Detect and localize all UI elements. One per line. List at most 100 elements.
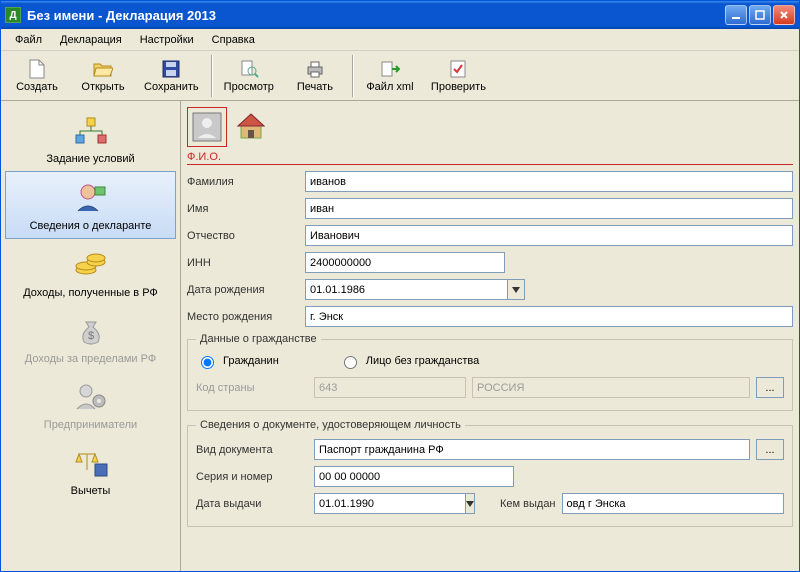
sidebar-item-label: Предприниматели (44, 419, 137, 431)
birthdate-input[interactable] (305, 279, 507, 300)
save-label: Сохранить (144, 81, 199, 93)
print-label: Печать (297, 81, 333, 93)
radio-citizen[interactable]: Гражданин (196, 353, 279, 369)
floppy-disk-icon (161, 59, 181, 79)
subtab-person[interactable] (187, 107, 227, 147)
label-series-number: Серия и номер (196, 471, 308, 483)
radio-stateless[interactable]: Лицо без гражданства (339, 353, 479, 369)
citizenship-legend: Данные о гражданстве (196, 333, 321, 345)
new-file-icon (27, 59, 47, 79)
doc-type-input[interactable] (314, 439, 750, 460)
citizenship-group: Данные о гражданстве Гражданин Лицо без … (187, 333, 793, 411)
save-button[interactable]: Сохранить (137, 54, 206, 98)
titlebar: Д Без имени - Декларация 2013 (1, 1, 799, 29)
sidebar-item-label: Вычеты (71, 485, 111, 497)
radio-citizen-label: Гражданин (223, 355, 279, 367)
open-button[interactable]: Открыть (71, 54, 135, 98)
iddoc-legend: Сведения о документе, удостоверяющем лич… (196, 419, 465, 431)
check-button[interactable]: Проверить (424, 54, 493, 98)
issue-date-input[interactable] (314, 493, 465, 514)
series-number-input[interactable] (314, 466, 514, 487)
coins-icon (73, 247, 109, 283)
surname-input[interactable] (305, 171, 793, 192)
open-label: Открыть (81, 81, 124, 93)
magnifier-page-icon (239, 59, 259, 79)
check-label: Проверить (431, 81, 486, 93)
open-folder-icon (93, 59, 113, 79)
sidebar-item-declarant[interactable]: Сведения о декларанте (5, 171, 176, 239)
toolbar-separator (352, 55, 353, 97)
iddoc-group: Сведения о документе, удостоверяющем лич… (187, 419, 793, 527)
printer-icon (305, 59, 325, 79)
browse-country-button[interactable]: ... (756, 377, 784, 398)
browse-doc-type-button[interactable]: ... (756, 439, 784, 460)
label-issue-date: Дата выдачи (196, 498, 308, 510)
radio-stateless-label: Лицо без гражданства (366, 355, 479, 367)
birthdate-picker[interactable] (305, 279, 525, 300)
country-name-input (472, 377, 750, 398)
label-inn: ИНН (187, 257, 299, 269)
label-issued-by: Кем выдан (500, 498, 556, 510)
section-fio-header: Ф.И.О. (187, 151, 793, 165)
money-bag-icon: $ (73, 313, 109, 349)
menu-file[interactable]: Файл (7, 32, 50, 48)
chevron-down-icon[interactable] (507, 279, 525, 300)
menu-declaration[interactable]: Декларация (52, 32, 130, 48)
flowchart-icon (73, 113, 109, 149)
filexml-button[interactable]: Файл xml (358, 54, 422, 98)
preview-button[interactable]: Просмотр (217, 54, 281, 98)
patronymic-input[interactable] (305, 225, 793, 246)
label-birthdate: Дата рождения (187, 284, 299, 296)
issue-date-picker[interactable] (314, 493, 474, 514)
sidebar-item-label: Доходы, полученные в РФ (23, 287, 158, 299)
ellipsis-icon: ... (765, 444, 774, 456)
chevron-down-icon[interactable] (465, 493, 475, 514)
label-birthplace: Место рождения (187, 311, 299, 323)
person-card-icon (73, 180, 109, 216)
label-doc-type: Вид документа (196, 444, 308, 456)
toolbar-separator (211, 55, 212, 97)
sidebar-item-entrepreneurs[interactable]: Предприниматели (5, 371, 176, 437)
label-surname: Фамилия (187, 176, 299, 188)
birthplace-input[interactable] (305, 306, 793, 327)
menu-settings[interactable]: Настройки (132, 32, 202, 48)
sidebar-item-conditions[interactable]: Задание условий (5, 105, 176, 171)
ellipsis-icon: ... (765, 382, 774, 394)
window-buttons (725, 5, 795, 25)
create-button[interactable]: Создать (5, 54, 69, 98)
check-page-icon (448, 59, 468, 79)
sidebar-item-label: Сведения о декларанте (30, 220, 152, 232)
issued-by-input[interactable] (562, 493, 784, 514)
window-title: Без имени - Декларация 2013 (27, 8, 725, 23)
sidebar-item-deductions[interactable]: Вычеты (5, 437, 176, 503)
create-label: Создать (16, 81, 58, 93)
person-gear-icon (73, 379, 109, 415)
radio-stateless-input[interactable] (344, 356, 357, 369)
inn-input[interactable] (305, 252, 505, 273)
maximize-button[interactable] (749, 5, 771, 25)
sidebar-item-income-abroad[interactable]: $ Доходы за пределами РФ (5, 305, 176, 371)
app-icon: Д (5, 7, 21, 23)
sidebar: Задание условий Сведения о декларанте До… (1, 101, 181, 571)
sidebar-item-label: Доходы за пределами РФ (25, 353, 156, 365)
app-window: Д Без имени - Декларация 2013 Файл Декла… (0, 0, 800, 572)
sidebar-item-label: Задание условий (46, 153, 134, 165)
label-country-code: Код страны (196, 382, 308, 394)
subtab-icons (187, 105, 793, 149)
main-panel: Ф.И.О. Фамилия Имя Отчество ИНН Дата рож… (181, 101, 799, 571)
preview-label: Просмотр (224, 81, 274, 93)
toolbar: Создать Открыть Сохранить Просмотр Печа (1, 51, 799, 101)
export-file-icon (380, 59, 400, 79)
menu-help[interactable]: Справка (204, 32, 263, 48)
close-button[interactable] (773, 5, 795, 25)
minimize-button[interactable] (725, 5, 747, 25)
name-input[interactable] (305, 198, 793, 219)
country-code-input (314, 377, 466, 398)
sidebar-item-income-rf[interactable]: Доходы, полученные в РФ (5, 239, 176, 305)
print-button[interactable]: Печать (283, 54, 347, 98)
subtab-house[interactable] (231, 107, 271, 147)
menubar: Файл Декларация Настройки Справка (1, 29, 799, 51)
radio-citizen-input[interactable] (201, 356, 214, 369)
label-patronymic: Отчество (187, 230, 299, 242)
label-name: Имя (187, 203, 299, 215)
